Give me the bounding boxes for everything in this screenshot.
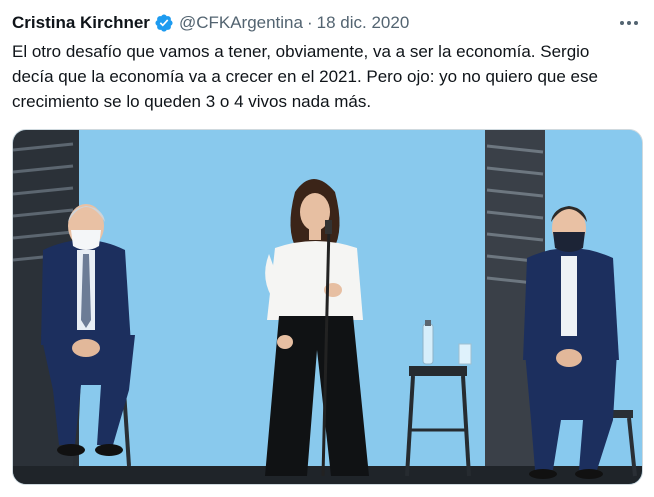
tweet-text: El otro desafío que vamos a tener, obvia… <box>12 42 598 111</box>
tweet-photo[interactable] <box>12 129 643 485</box>
author-name[interactable]: Cristina Kirchner <box>12 13 150 33</box>
author-handle[interactable]: @CFKArgentina <box>179 13 303 33</box>
photo-scene <box>13 130 642 484</box>
tweet-card[interactable]: Cristina Kirchner @CFKArgentina · 18 dic… <box>0 0 654 497</box>
more-dots-icon[interactable] <box>616 10 642 36</box>
verified-badge-icon <box>155 14 173 32</box>
tweet-date[interactable]: 18 dic. 2020 <box>317 13 410 33</box>
header-separator: · <box>306 13 313 32</box>
tweet-header: Cristina Kirchner @CFKArgentina · 18 dic… <box>12 10 642 36</box>
